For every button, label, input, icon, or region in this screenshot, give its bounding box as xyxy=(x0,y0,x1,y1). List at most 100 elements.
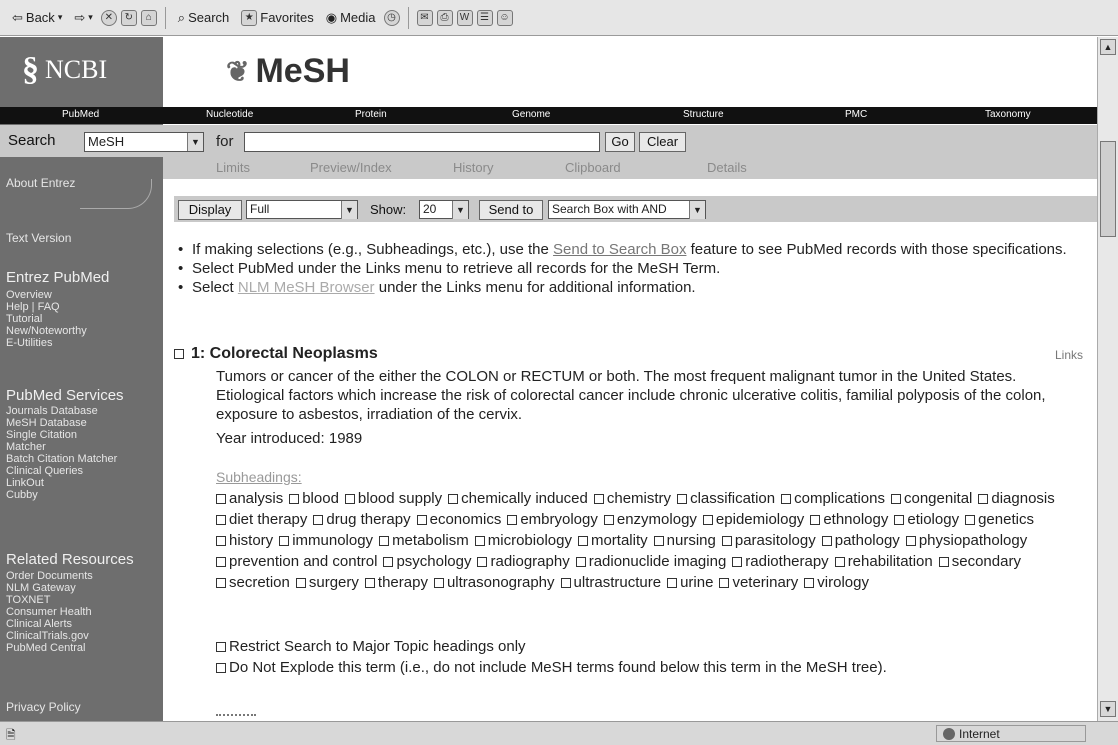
subheading-option[interactable]: diagnosis xyxy=(978,488,1055,509)
database-select[interactable]: MeSH ▼ xyxy=(84,132,204,152)
sidebar-item-linkout[interactable]: LinkOut xyxy=(6,477,44,489)
tab-limits[interactable]: Limits xyxy=(216,160,250,175)
subheading-checkbox[interactable] xyxy=(216,557,226,568)
nav-nucleotide[interactable]: Nucleotide xyxy=(206,109,253,120)
tab-history[interactable]: History xyxy=(453,160,493,175)
subheading-checkbox[interactable] xyxy=(804,578,815,589)
subheading-option[interactable]: analysis xyxy=(216,488,283,509)
messenger-icon[interactable]: ☺ xyxy=(496,9,513,26)
subheading-checkbox[interactable] xyxy=(890,494,901,505)
subheading-option[interactable]: enzymology xyxy=(603,509,697,530)
sidebar-item-toxnet[interactable]: TOXNET xyxy=(6,594,50,606)
scroll-up-icon[interactable]: ▲ xyxy=(1100,39,1116,55)
subheading-checkbox[interactable] xyxy=(216,515,226,526)
tab-clipboard[interactable]: Clipboard xyxy=(565,160,621,175)
subheading-option[interactable]: radiotherapy xyxy=(732,551,829,572)
sidebar-item-clinicaltrials[interactable]: ClinicalTrials.gov xyxy=(6,630,89,642)
subheading-checkbox[interactable] xyxy=(894,515,905,526)
send-to-search-box-link[interactable]: Send to Search Box xyxy=(553,241,686,258)
tab-details[interactable]: Details xyxy=(707,160,747,175)
tab-preview-index[interactable]: Preview/Index xyxy=(310,160,392,175)
nlm-mesh-browser-link[interactable]: NLM MeSH Browser xyxy=(238,279,375,296)
subheading-checkbox[interactable] xyxy=(474,536,485,547)
subheading-option[interactable]: radionuclide imaging xyxy=(575,551,726,572)
subheading-checkbox[interactable] xyxy=(364,578,375,589)
sidebar-about-entrez[interactable]: About Entrez xyxy=(6,177,75,189)
subheading-checkbox[interactable] xyxy=(279,536,290,547)
subheading-option[interactable]: ultrastructure xyxy=(560,572,661,593)
subheading-option[interactable]: microbiology xyxy=(474,530,572,551)
subheading-option[interactable]: psychology xyxy=(383,551,471,572)
subheading-checkbox[interactable] xyxy=(216,578,226,589)
subheading-checkbox[interactable] xyxy=(603,515,614,526)
nav-pubmed[interactable]: PubMed xyxy=(62,109,99,120)
sidebar-item-clinical-alerts[interactable]: Clinical Alerts xyxy=(6,618,72,630)
format-select[interactable]: Full ▼ xyxy=(246,200,358,219)
subheading-checkbox[interactable] xyxy=(289,494,300,505)
subheading-option[interactable]: urine xyxy=(667,572,713,593)
subheading-option[interactable]: epidemiology xyxy=(702,509,804,530)
history-icon[interactable]: ◷ xyxy=(383,9,400,26)
sidebar-item-cubby[interactable]: Cubby xyxy=(6,489,38,501)
show-count-select[interactable]: 20 ▼ xyxy=(419,200,469,219)
nav-genome[interactable]: Genome xyxy=(512,109,550,120)
sidebar-text-version[interactable]: Text Version xyxy=(6,232,71,244)
media-button[interactable]: ◉ Media xyxy=(322,8,380,28)
search-button[interactable]: ⌕ Search xyxy=(174,8,233,28)
word-icon[interactable]: W xyxy=(456,9,473,26)
nav-structure[interactable]: Structure xyxy=(683,109,724,120)
back-button[interactable]: ⇦ Back ▾ xyxy=(8,8,66,28)
go-button[interactable]: Go xyxy=(605,132,635,152)
subheading-option[interactable]: chemistry xyxy=(593,488,671,509)
scrollbar-thumb[interactable] xyxy=(1100,141,1116,237)
subheading-checkbox[interactable] xyxy=(781,494,792,505)
forward-button[interactable]: ⇨ ▾ xyxy=(70,8,96,28)
subheading-option[interactable]: drug therapy xyxy=(313,509,411,530)
restrict-checkbox[interactable] xyxy=(216,642,226,653)
refresh-icon[interactable]: ↻ xyxy=(120,9,137,26)
subheading-checkbox[interactable] xyxy=(344,494,355,505)
subheading-checkbox[interactable] xyxy=(732,557,743,568)
subheading-checkbox[interactable] xyxy=(810,515,821,526)
subheading-option[interactable]: pathology xyxy=(821,530,900,551)
subheading-checkbox[interactable] xyxy=(905,536,916,547)
favorites-button[interactable]: ★ Favorites xyxy=(237,8,317,28)
subheading-checkbox[interactable] xyxy=(965,515,976,526)
links-menu[interactable]: Links xyxy=(1055,348,1083,362)
display-button[interactable]: Display xyxy=(178,200,242,220)
subheading-checkbox[interactable] xyxy=(477,557,488,568)
subheading-checkbox[interactable] xyxy=(978,494,989,505)
subheading-option[interactable]: secretion xyxy=(216,572,290,593)
subheading-option[interactable]: genetics xyxy=(965,509,1034,530)
ncbi-logo[interactable]: § NCBI xyxy=(22,51,107,89)
subheading-option[interactable]: blood xyxy=(289,488,339,509)
subheading-checkbox[interactable] xyxy=(653,536,664,547)
subheading-option[interactable]: rehabilitation xyxy=(834,551,933,572)
sidebar-item-mesh-database[interactable]: MeSH Database xyxy=(6,417,87,429)
sidebar-item-overview[interactable]: Overview xyxy=(6,289,52,301)
subheading-option[interactable]: classification xyxy=(677,488,775,509)
subheading-checkbox[interactable] xyxy=(313,515,324,526)
sidebar-item-consumer-health[interactable]: Consumer Health xyxy=(6,606,92,618)
scroll-down-icon[interactable]: ▼ xyxy=(1100,701,1116,717)
subheading-checkbox[interactable] xyxy=(295,578,306,589)
sidebar-item-matcher[interactable]: Matcher xyxy=(6,441,46,453)
nav-taxonomy[interactable]: Taxonomy xyxy=(985,109,1031,120)
subheading-option[interactable]: history xyxy=(216,530,273,551)
vertical-scrollbar[interactable]: ▲ ▼ xyxy=(1097,37,1118,721)
search-term-input[interactable] xyxy=(244,132,600,152)
subheading-option[interactable]: congenital xyxy=(890,488,972,509)
subheading-option[interactable]: radiography xyxy=(477,551,570,572)
sidebar-item-journals[interactable]: Journals Database xyxy=(6,405,98,417)
sidebar-item-new-noteworthy[interactable]: New/Noteworthy xyxy=(6,325,87,337)
explode-checkbox[interactable] xyxy=(216,663,226,674)
restrict-option[interactable]: Restrict Search to Major Topic headings … xyxy=(216,636,887,657)
home-icon[interactable]: ⌂ xyxy=(140,9,157,26)
subheading-option[interactable]: mortality xyxy=(577,530,648,551)
subheading-checkbox[interactable] xyxy=(575,557,586,568)
sidebar-item-help-faq[interactable]: Help | FAQ xyxy=(6,301,60,313)
subheading-checkbox[interactable] xyxy=(416,515,427,526)
sidebar-item-tutorial[interactable]: Tutorial xyxy=(6,313,42,325)
subheading-option[interactable]: economics xyxy=(416,509,501,530)
subheading-option[interactable]: diet therapy xyxy=(216,509,307,530)
